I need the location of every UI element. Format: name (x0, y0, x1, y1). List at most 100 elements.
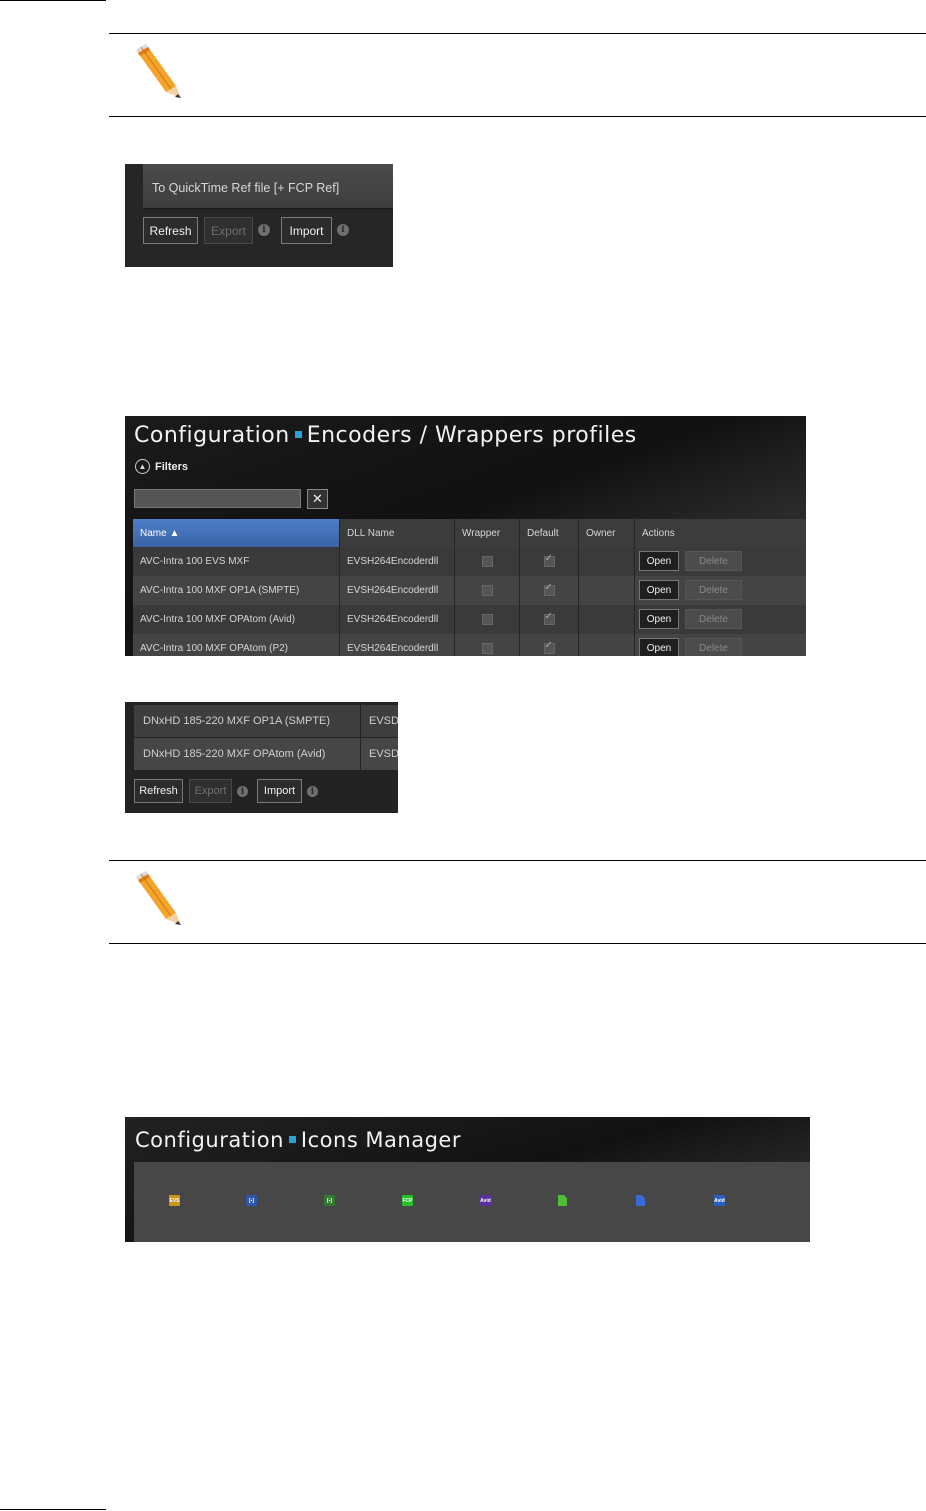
table-body: AVC-Intra 100 EVS MXFEVSH264EncoderdllOp… (133, 547, 806, 656)
row-default-cell (520, 605, 579, 634)
filters-label: Filters (155, 460, 189, 473)
evs-clip-icon[interactable]: EVS (169, 1195, 180, 1206)
row-default-cell (520, 547, 579, 576)
wrapper-checkbox (481, 585, 493, 596)
row-dll: EVSD (369, 715, 398, 727)
profiles-table: Name ▲ DLL Name Wrapper Default Owner Ac… (133, 519, 806, 656)
icons-panel: EVS [▪] [▪] FCP Avid Avid (134, 1162, 810, 1242)
export-button[interactable]: Export (204, 217, 253, 244)
column-header-default[interactable]: Default (520, 519, 579, 547)
avid-blue-icon[interactable]: Avid (714, 1195, 725, 1206)
open-button[interactable]: Open (639, 638, 679, 656)
delete-button[interactable]: Delete (685, 609, 742, 629)
open-button[interactable]: Open (639, 551, 679, 571)
clear-filter-button[interactable]: ✕ (307, 489, 328, 509)
wrapper-checkbox (481, 614, 493, 625)
table-row[interactable]: AVC-Intra 100 MXF OPAtom (P2) EVSH264Enco… (133, 634, 806, 656)
row-actions: Open Delete (635, 576, 806, 605)
import-info-icon[interactable]: i (337, 224, 349, 236)
refresh-button[interactable]: Refresh (143, 217, 198, 244)
title-separator-dot (294, 431, 302, 438)
export-button[interactable]: Export (189, 779, 232, 803)
refresh-button[interactable]: Refresh (134, 779, 183, 803)
blue-clip-icon[interactable]: [▪] (246, 1195, 257, 1206)
default-checkbox (543, 553, 555, 567)
row-name: AVC-Intra 100 MXF OP1A (SMPTE) (133, 576, 340, 605)
filter-input[interactable] (134, 489, 301, 508)
page-title-section: Configuration (135, 1128, 284, 1152)
row-dll-name: EVSH264Encoderdll (340, 547, 455, 576)
row-owner (579, 576, 635, 605)
default-checkbox (543, 582, 555, 596)
page-title: Configuration Icons Manager (135, 1128, 461, 1152)
import-button[interactable]: Import (281, 217, 332, 244)
page-title-section: Configuration (134, 423, 290, 448)
table-row[interactable]: DNxHD 185-220 MXF OP1A (SMPTE) EVSD (134, 705, 398, 737)
row-dll-name: EVSH264Encoderdll (340, 605, 455, 634)
title-separator-dot (288, 1136, 296, 1143)
row-wrapper-cell (455, 634, 520, 656)
green-document-icon[interactable] (558, 1195, 567, 1206)
row-owner (579, 547, 635, 576)
row-owner (579, 634, 635, 656)
filters-toggle[interactable]: ▲ Filters (135, 459, 188, 474)
blue-document-icon[interactable] (636, 1195, 645, 1206)
row-name: DNxHD 185-220 MXF OP1A (SMPTE) (134, 705, 361, 737)
column-header-dll[interactable]: DLL Name (340, 519, 455, 547)
row-actions: Open Delete (635, 547, 806, 576)
dnxhd-profiles-toolbar-screenshot: DNxHD 185-220 MXF OP1A (SMPTE) EVSD DNxH… (125, 702, 398, 813)
row-wrapper-cell (455, 605, 520, 634)
row-dll-name: EVSH264Encoderdll (340, 576, 455, 605)
row-actions: Open Delete (635, 634, 806, 656)
column-header-name[interactable]: Name ▲ (133, 519, 340, 547)
column-header-wrapper[interactable]: Wrapper (455, 519, 520, 547)
row-wrapper-cell (455, 547, 520, 576)
page-title: Configuration Encoders / Wrappers profile… (134, 423, 637, 448)
encoders-wrappers-profiles-screenshot: Configuration Encoders / Wrappers profile… (125, 416, 806, 656)
import-button[interactable]: Import (257, 779, 302, 803)
table-row[interactable]: AVC-Intra 100 MXF OP1A (SMPTE) EVSH264Enc… (133, 576, 806, 605)
green-bracket-icon[interactable]: [▪] (324, 1195, 335, 1206)
export-info-icon[interactable]: i (258, 224, 270, 236)
column-header-actions: Actions (642, 527, 675, 539)
table-row[interactable]: AVC-Intra 100 MXF OPAtom (Avid) EVSH264En… (133, 605, 806, 634)
row-name: DNxHD 185-220 MXF OPAtom (Avid) (134, 738, 361, 770)
open-button[interactable]: Open (639, 609, 679, 629)
default-checkbox (543, 611, 555, 625)
delete-button[interactable]: Delete (685, 551, 742, 571)
row-owner (579, 605, 635, 634)
row-wrapper-cell (455, 576, 520, 605)
note-box-1-bottom-rule (109, 116, 926, 117)
delete-button[interactable]: Delete (685, 580, 742, 600)
open-button[interactable]: Open (639, 580, 679, 600)
note-box-2-top-rule (109, 860, 926, 861)
page-bottom-rule (0, 1509, 106, 1510)
import-info-icon[interactable]: i (307, 786, 318, 797)
chevron-up-icon: ▲ (135, 459, 150, 474)
row-name: AVC-Intra 100 MXF OPAtom (Avid) (133, 605, 340, 634)
table-row[interactable]: DNxHD 185-220 MXF OPAtom (Avid) EVSD (134, 738, 398, 770)
export-info-icon[interactable]: i (237, 786, 248, 797)
table-row[interactable]: AVC-Intra 100 EVS MXFEVSH264Encoderdll Op… (133, 547, 806, 576)
note-box-1-top-rule (109, 33, 926, 34)
page-top-rule (0, 0, 106, 1)
avid-purple-icon[interactable]: Avid (480, 1195, 491, 1206)
page-title-page: Encoders / Wrappers profiles (306, 423, 637, 448)
wrapper-checkbox (481, 556, 493, 567)
row-name: AVC-Intra 100 EVS MXF (133, 547, 340, 576)
column-header-owner[interactable]: Owner (579, 519, 635, 547)
export-import-toolbar-screenshot: To QuickTime Ref file [+ FCP Ref] Refres… (125, 164, 393, 267)
row-default-cell (520, 634, 579, 656)
pencil-note-icon (136, 871, 181, 925)
delete-button[interactable]: Delete (685, 638, 742, 656)
wrapper-checkbox (481, 643, 493, 654)
row-dll-name: EVSH264Encoderdll (340, 634, 455, 656)
row-name: AVC-Intra 100 MXF OPAtom (P2) (133, 634, 340, 656)
icons-manager-screenshot: Configuration Icons Manager EVS [▪] [▪] FCP A… (125, 1117, 810, 1242)
default-checkbox (543, 640, 555, 654)
row-dll: EVSD (369, 748, 398, 760)
row-actions: Open Delete (635, 605, 806, 634)
profile-row[interactable]: To QuickTime Ref file [+ FCP Ref] (143, 164, 393, 209)
fcp-icon[interactable]: FCP (402, 1195, 413, 1206)
page-title-page: Icons Manager (300, 1128, 461, 1152)
